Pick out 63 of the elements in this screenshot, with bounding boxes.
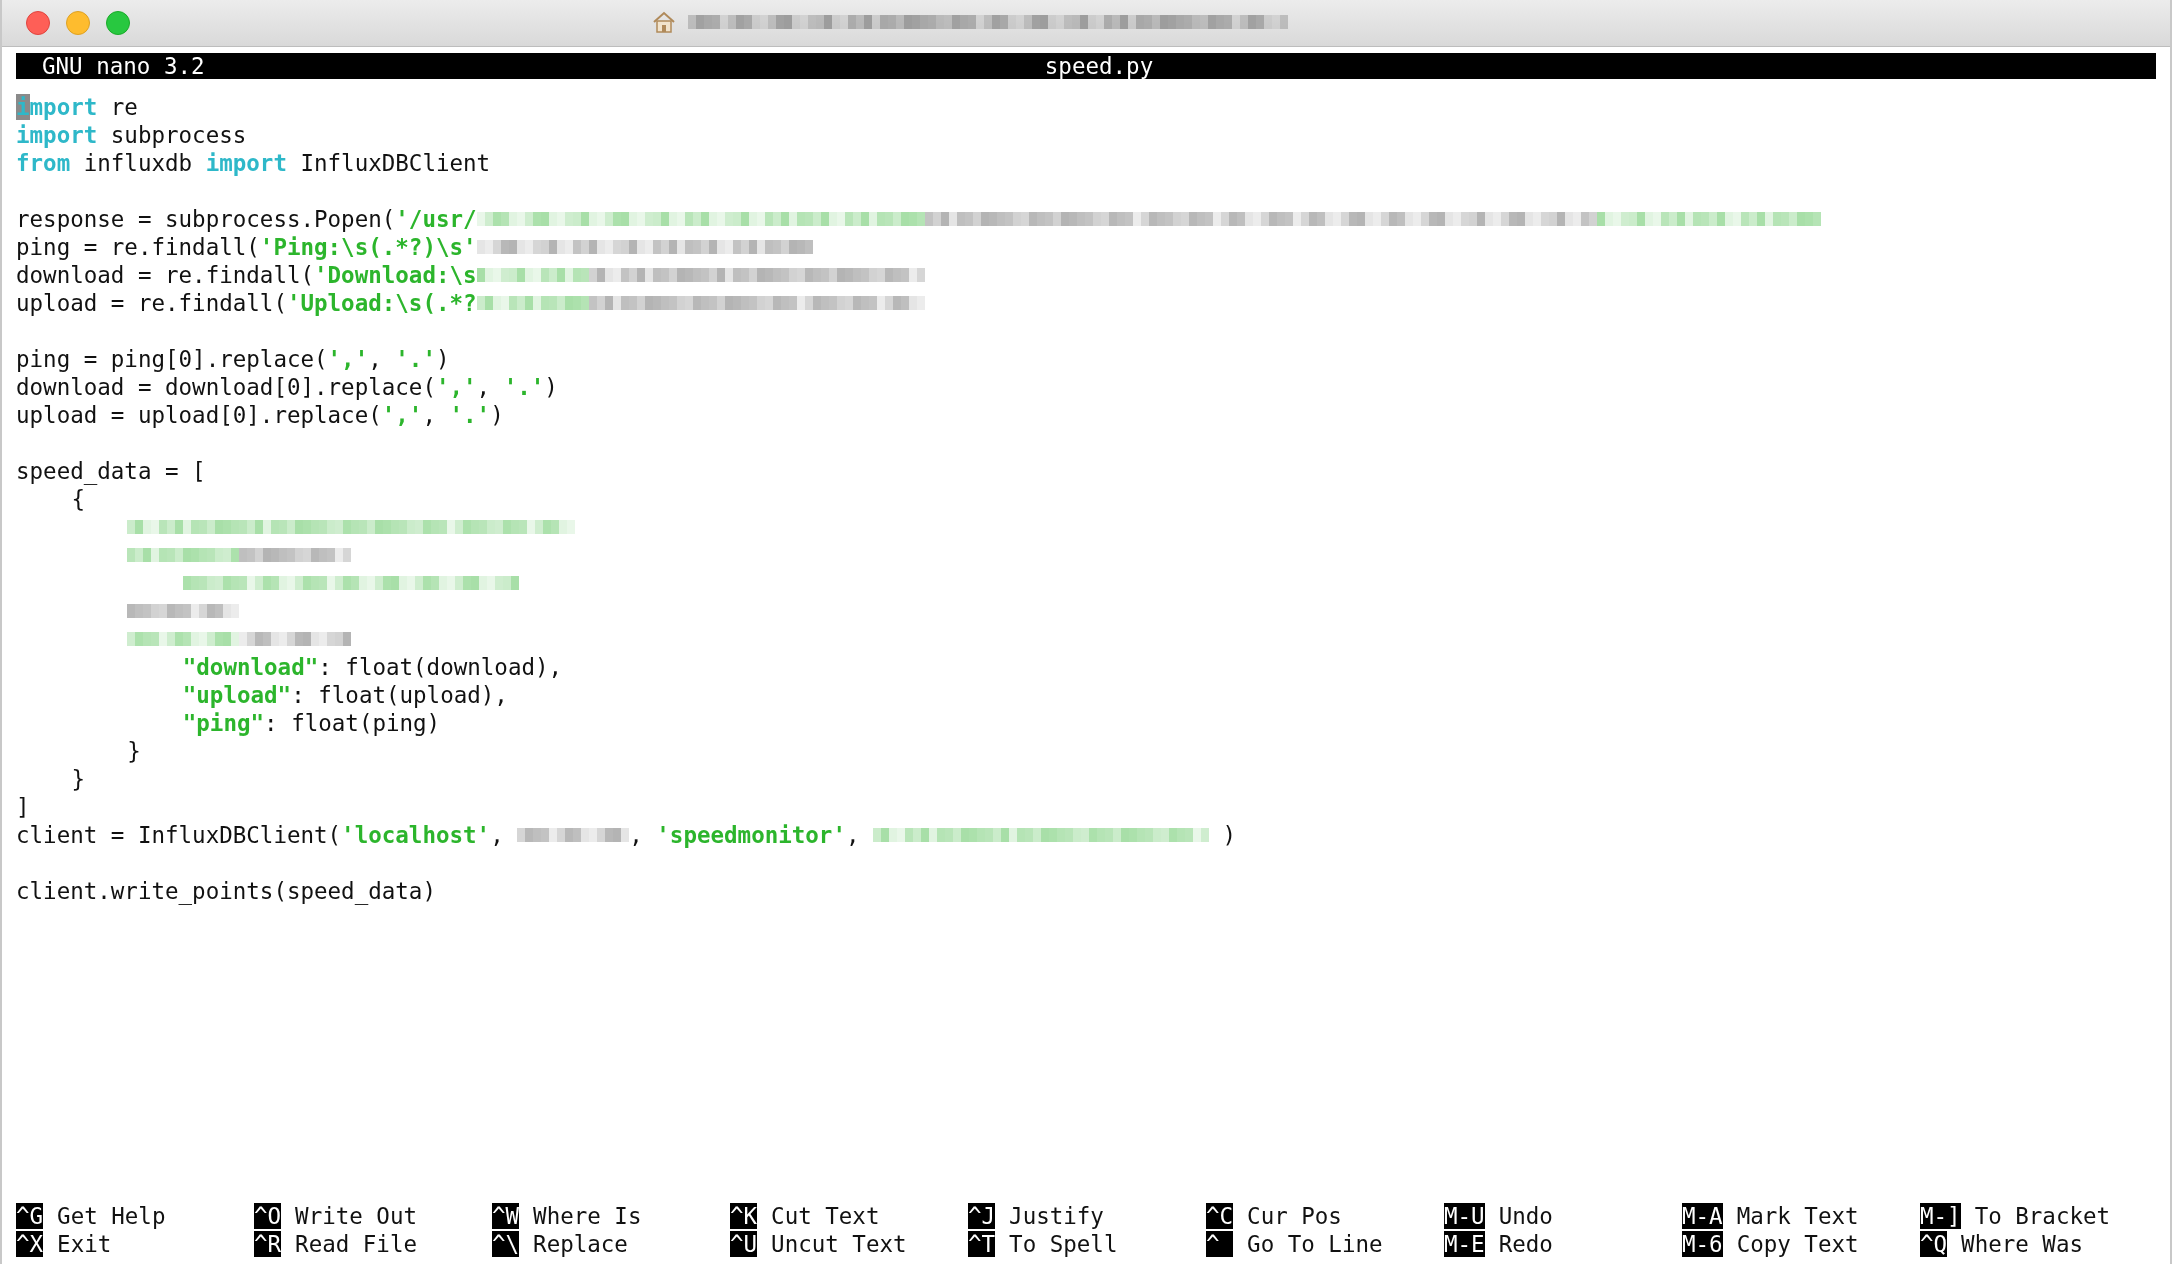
shortcut-key: ^O (254, 1203, 282, 1229)
shortcut-label: Cut Text (771, 1203, 880, 1229)
code-text: } (71, 765, 86, 793)
shortcut-key: ^Q (1920, 1231, 1948, 1257)
shortcut-key: M-U (1444, 1203, 1485, 1229)
shortcut-key: M-6 (1682, 1231, 1723, 1257)
shortcut-key: ^J (968, 1203, 996, 1229)
shortcut-label: Redo (1498, 1231, 1553, 1257)
code-text: ping = ping[0].replace(',', '.') (16, 345, 450, 373)
shortcut-label: Justify (1009, 1203, 1104, 1229)
shortcut-key: ^U (730, 1231, 758, 1257)
shortcut-label: Undo (1498, 1203, 1553, 1229)
shortcut-label: Exit (57, 1231, 112, 1257)
shortcut-key: ^R (254, 1231, 282, 1257)
shortcut-key: M-E (1444, 1231, 1485, 1257)
code-text: import subprocess (16, 121, 247, 149)
shortcut-key: ^C (1206, 1203, 1234, 1229)
code-text: download = download[0].replace(',', '.') (16, 373, 558, 401)
code-text: speed_data = [ (16, 457, 206, 485)
code-text: { (71, 485, 86, 513)
shortcut-label: Where Was (1961, 1231, 2083, 1257)
shortcut-key: ^W (492, 1203, 520, 1229)
code-text: from influxdb import InfluxDBClient (16, 149, 491, 177)
shortcut-key: ^G (16, 1203, 44, 1229)
code-text: "download": float(download), (182, 653, 563, 681)
code-text: client = InfluxDBClient('localhost', (16, 821, 505, 849)
close-button[interactable] (26, 11, 50, 35)
shortcut-label: To Spell (1009, 1231, 1118, 1257)
shortcut-key: ^X (16, 1231, 44, 1257)
shortcut-label: Uncut Text (771, 1231, 907, 1257)
shortcut-key: M-] (1920, 1203, 1961, 1229)
shortcut-key: ^K (730, 1203, 758, 1229)
shortcut-key: ^\ (492, 1231, 520, 1257)
app-version: GNU nano 3.2 (42, 53, 206, 79)
code-text: client.write_points(speed_data) (16, 877, 436, 905)
shortcut-label: To Bracket (1974, 1203, 2111, 1229)
shortcut-label: Get Help (57, 1203, 166, 1229)
code-text: ping = re.findall('Ping:\s(.*?)\s' (16, 233, 477, 261)
code-text: "ping": float(ping) (182, 709, 441, 737)
code-text: download = re.findall('Download:\s (16, 261, 477, 289)
code-text: } (127, 737, 141, 765)
minimize-button[interactable] (66, 11, 90, 35)
shortcut-key: M-A (1682, 1203, 1723, 1229)
shortcut-label: Copy Text (1736, 1231, 1859, 1257)
code-text: import re (16, 93, 138, 121)
zoom-button[interactable] (106, 11, 130, 35)
shortcut-label: Cur Pos (1247, 1203, 1342, 1229)
code-text: "upload": float(upload), (182, 681, 508, 709)
shortcut-key: ^T (968, 1231, 996, 1257)
code-text: upload = re.findall('Upload:\s(.*? (16, 289, 477, 317)
code-text: ] (16, 793, 30, 821)
shortcut-label: Go To Line (1247, 1231, 1383, 1257)
shortcut-label: Mark Text (1736, 1203, 1859, 1229)
code-text: , 'speedmonitor', (629, 821, 861, 849)
home-icon (652, 10, 676, 34)
code-text: upload = upload[0].replace(',', '.') (16, 401, 504, 429)
shortcut-label: Where Is (533, 1203, 642, 1229)
file-name: speed.py (1044, 53, 1154, 79)
shortcut-label: Read File (295, 1231, 417, 1257)
shortcut-label: Write Out (295, 1203, 417, 1229)
code-text: response = subprocess.Popen('/usr/ (16, 205, 477, 233)
shortcut-label: Replace (533, 1231, 628, 1257)
code-text: ) (1221, 821, 1237, 849)
